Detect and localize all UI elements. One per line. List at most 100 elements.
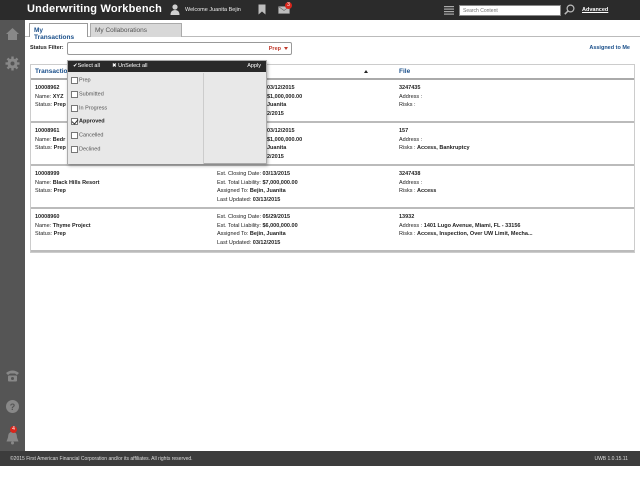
assigned-to: Juanita xyxy=(267,145,287,152)
status-option-list: Prep Submitted In Progress Approved Canc… xyxy=(68,73,204,164)
tab-bar: My Transactions My Collaborations xyxy=(25,20,640,41)
file-cell: 3247435 Address : Risks : xyxy=(399,84,422,110)
name-label: Name: xyxy=(35,136,53,143)
last-updated: 2/2015 xyxy=(267,111,284,118)
checkbox[interactable] xyxy=(71,105,78,112)
details-cell: 03/12/2015 $1,000,000.00 Juanita 2/2015 xyxy=(267,127,302,162)
file-column-header[interactable]: File xyxy=(399,68,410,75)
tab-my-collaborations[interactable]: My Collaborations xyxy=(90,23,182,37)
transaction-name: Bedr xyxy=(52,136,66,143)
total-liability: $1,000,000.00 xyxy=(267,93,303,100)
advanced-search-link[interactable]: Advanced xyxy=(582,7,608,13)
svg-text:?: ? xyxy=(10,402,16,412)
status-option-submitted[interactable]: Submitted xyxy=(71,91,104,101)
status-filter-select[interactable]: Prep xyxy=(67,42,292,55)
transaction-column-header[interactable]: Transactio xyxy=(35,68,68,75)
closing-date: 03/12/2015 xyxy=(267,128,295,134)
left-sidebar: ? xyxy=(0,20,25,451)
phone-icon[interactable] xyxy=(5,368,20,383)
status-filter-value: Prep xyxy=(268,46,281,52)
risks-label: Risks : xyxy=(399,231,418,238)
home-icon[interactable] xyxy=(5,26,20,41)
transaction-id[interactable]: 10008961 xyxy=(35,127,66,136)
closing-date: 03/13/2015 xyxy=(262,171,291,177)
option-label: Submitted xyxy=(79,91,104,98)
transaction-id[interactable]: 10008960 xyxy=(35,213,91,222)
assigned-label: Assigned To: xyxy=(217,188,250,195)
transaction-status: Prep xyxy=(53,102,66,109)
file-number[interactable]: 157 xyxy=(399,127,470,136)
help-icon[interactable]: ? xyxy=(5,399,20,414)
transaction-status: Prep xyxy=(53,188,66,195)
user-icon[interactable] xyxy=(170,4,180,15)
file-cell: 3247438 Address : Risks : Access xyxy=(399,170,436,196)
transaction-cell: 10008962 Name: XYZ Status: Prep xyxy=(35,84,66,110)
assigned-to-me-link[interactable]: Assigned to Me xyxy=(589,45,630,51)
transaction-id[interactable]: 10008962 xyxy=(35,84,66,93)
liability-label: Est. Total Liability: xyxy=(217,179,263,186)
closing-date: 05/29/2015 xyxy=(262,214,291,220)
search-icon[interactable] xyxy=(564,4,575,15)
address-label: Address : xyxy=(399,222,424,229)
search-input[interactable] xyxy=(459,5,561,16)
chevron-down-icon xyxy=(284,47,288,50)
status-option-prep[interactable]: Prep xyxy=(71,77,91,87)
risks-value: Access xyxy=(417,188,437,195)
option-label: In Progress xyxy=(79,105,108,112)
status-option-cancelled[interactable]: Cancelled xyxy=(71,132,103,142)
table-row[interactable]: 10008999 Name: Black Hills Resort Status… xyxy=(31,166,634,209)
address-value: 1401 Lugo Avenue, Miami, FL - 33156 xyxy=(423,222,521,229)
option-label: Prep xyxy=(79,77,91,84)
footer: ©2015 First American Financial Corporati… xyxy=(0,451,640,466)
file-number[interactable]: 13932 xyxy=(399,213,533,222)
address-label: Address : xyxy=(399,93,423,100)
top-bar: Underwriting Workbench Welcome Juanita B… xyxy=(0,0,640,20)
status-label: Status: xyxy=(35,231,54,238)
checkbox-checked[interactable] xyxy=(71,118,78,125)
transaction-cell: 10008961 Name: Bedr Status: Prep xyxy=(35,127,66,153)
transaction-id[interactable]: 10008999 xyxy=(35,170,100,179)
menu-icon[interactable] xyxy=(444,5,454,15)
bookmark-icon[interactable] xyxy=(258,4,266,15)
assigned-to: Bejin, Juanita xyxy=(249,188,286,195)
file-cell: 157 Address : Risks : Access, Bankruptcy xyxy=(399,127,470,153)
unselect-all-button[interactable]: ✖ UnSelect all xyxy=(112,63,147,69)
notification-badge: 4 xyxy=(10,426,17,433)
checkbox[interactable] xyxy=(71,146,78,153)
gear-icon[interactable] xyxy=(5,56,20,71)
status-label: Status: xyxy=(35,188,54,195)
select-all-button[interactable]: ✔Select all xyxy=(73,63,100,69)
file-number[interactable]: 3247435 xyxy=(399,84,422,93)
file-number[interactable]: 3247438 xyxy=(399,170,436,179)
transaction-name: XYZ xyxy=(52,93,64,100)
sort-ascending-icon[interactable] xyxy=(364,70,368,73)
transaction-status: Prep xyxy=(53,145,66,152)
liability-label: Est. Total Liability: xyxy=(217,222,263,229)
name-label: Name: xyxy=(35,179,53,186)
details-cell: Est. Closing Date: 05/29/2015 Est. Total… xyxy=(217,213,298,248)
status-option-approved[interactable]: Approved xyxy=(71,118,105,128)
dropdown-toolbar: ✔Select all ✖ UnSelect all Apply xyxy=(68,61,266,72)
checkbox[interactable] xyxy=(71,91,78,98)
transaction-name: Black Hills Resort xyxy=(52,179,100,186)
file-cell: 13932 Address : 1401 Lugo Avenue, Miami,… xyxy=(399,213,533,239)
apply-button[interactable]: Apply xyxy=(247,63,261,69)
welcome-text: Welcome Juanita Bejin xyxy=(185,7,241,13)
details-cell: Est. Closing Date: 03/13/2015 Est. Total… xyxy=(217,170,298,205)
checkbox[interactable] xyxy=(71,132,78,139)
tab-my-transactions[interactable]: My Transactions xyxy=(29,23,88,41)
app-title: Underwriting Workbench xyxy=(27,3,162,15)
address-label: Address : xyxy=(399,136,423,143)
status-option-declined[interactable]: Declined xyxy=(71,146,100,156)
option-label: Declined xyxy=(79,146,101,153)
status-option-in-progress[interactable]: In Progress xyxy=(71,105,107,115)
status-label: Status: xyxy=(35,145,54,152)
copyright-text: ©2015 First American Financial Corporati… xyxy=(10,456,193,462)
transaction-status: Prep xyxy=(53,231,66,238)
risks-label: Risks : xyxy=(399,102,416,109)
table-row[interactable]: 10008960 Name: Thyme Project Status: Pre… xyxy=(31,209,634,252)
transaction-name: Thyme Project xyxy=(52,222,91,229)
checkbox[interactable] xyxy=(71,77,78,84)
risks-value: Access, Inspection, Over UW Limit, Mecha… xyxy=(417,231,533,238)
status-label: Status: xyxy=(35,102,54,109)
